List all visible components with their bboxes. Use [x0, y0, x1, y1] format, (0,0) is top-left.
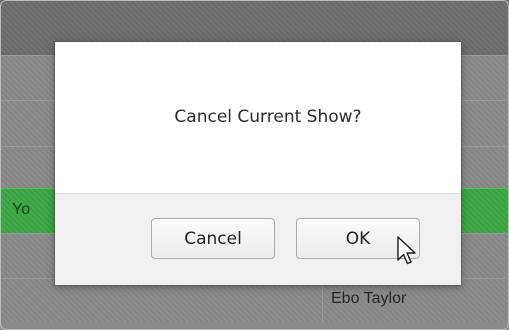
- cancel-button[interactable]: Cancel: [151, 218, 275, 259]
- screen: Yo Ebo Taylor Cancel Current Show? Cance…: [0, 0, 509, 330]
- dialog-button-bar: Cancel OK: [55, 193, 461, 285]
- ok-button[interactable]: OK: [296, 218, 420, 259]
- dialog-message: Cancel Current Show?: [174, 106, 362, 127]
- table-cell-artist: Ebo Taylor: [331, 290, 407, 307]
- table-footer: [0, 322, 509, 330]
- dialog-body: Cancel Current Show?: [55, 42, 461, 193]
- current-show-title-text: Yo: [12, 201, 31, 218]
- confirm-dialog: Cancel Current Show? Cancel OK: [55, 42, 461, 285]
